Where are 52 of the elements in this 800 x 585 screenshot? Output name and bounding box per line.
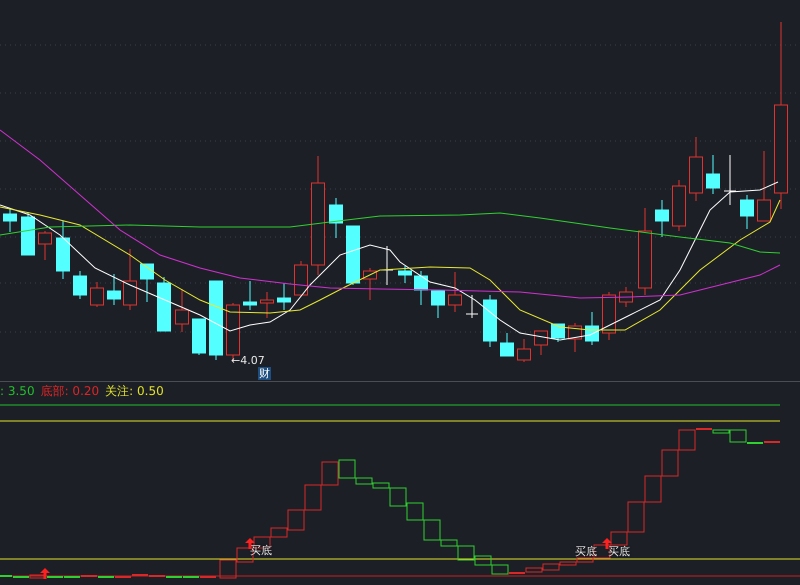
candlestick bbox=[448, 272, 462, 312]
candlestick bbox=[107, 274, 121, 306]
candlestick bbox=[21, 212, 35, 256]
candlestick bbox=[192, 318, 206, 356]
legend-value: 关注: 0.50 bbox=[105, 382, 164, 400]
candlestick bbox=[140, 264, 154, 302]
candlestick bbox=[602, 292, 616, 340]
candlestick bbox=[277, 282, 291, 310]
candlestick bbox=[466, 294, 478, 318]
candlestick bbox=[243, 280, 257, 310]
candlestick bbox=[3, 208, 17, 232]
candlestick bbox=[398, 266, 412, 284]
candlestick bbox=[534, 330, 548, 356]
indicator-step bbox=[662, 450, 678, 476]
candlestick bbox=[73, 270, 87, 300]
indicator-step bbox=[322, 462, 338, 486]
legend-value: : 3.50 bbox=[0, 384, 35, 398]
candlestick bbox=[655, 200, 669, 238]
candlestick bbox=[740, 194, 754, 230]
candlestick bbox=[585, 312, 599, 346]
candlestick bbox=[294, 260, 308, 298]
candlestick bbox=[551, 324, 565, 342]
candlestick bbox=[56, 220, 70, 280]
candlestick bbox=[346, 226, 360, 286]
candlestick bbox=[90, 282, 104, 308]
candlestick bbox=[431, 290, 445, 318]
candlestick bbox=[483, 294, 497, 348]
indicator-step bbox=[220, 560, 236, 578]
legend-value: 底部: 0.20 bbox=[40, 382, 100, 400]
candlestick bbox=[414, 270, 428, 306]
candlestick bbox=[260, 292, 274, 318]
candlestick bbox=[363, 268, 377, 300]
price-label: ←4.07 bbox=[231, 354, 265, 367]
candlestick bbox=[500, 332, 514, 356]
candlestick bbox=[757, 150, 771, 222]
candlestick bbox=[619, 286, 633, 308]
event-tag: 财 bbox=[258, 367, 271, 380]
candlestick bbox=[672, 180, 686, 232]
candlestick bbox=[724, 154, 736, 206]
up-arrow-icon bbox=[40, 568, 50, 579]
indicator-step bbox=[644, 476, 662, 502]
candlestick bbox=[38, 230, 52, 260]
candlestick bbox=[157, 276, 171, 332]
indicator-step bbox=[406, 502, 424, 520]
candlestick bbox=[517, 338, 531, 362]
candlestick bbox=[175, 288, 189, 332]
candlestick bbox=[329, 198, 343, 238]
indicator-step bbox=[304, 484, 322, 510]
candlestick bbox=[706, 154, 720, 194]
candlestick bbox=[568, 322, 582, 352]
candlestick bbox=[689, 136, 703, 202]
candlestick bbox=[123, 248, 137, 310]
